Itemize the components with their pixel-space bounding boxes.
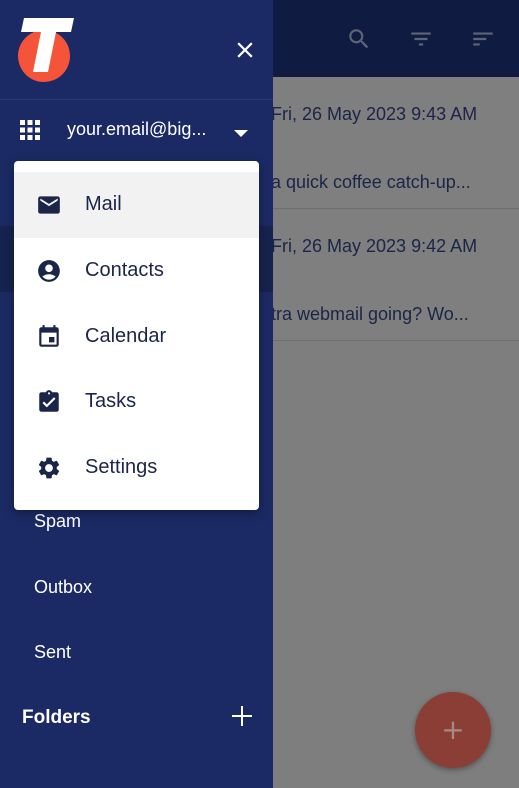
contacts-icon [36,258,62,284]
sort-icon[interactable] [470,26,496,52]
telstra-logo [14,14,76,84]
settings-icon [36,455,62,481]
account-switcher[interactable]: your.email@big... [0,100,273,160]
menu-item-mail[interactable]: Mail [14,172,259,238]
filter-icon[interactable] [408,26,434,52]
apps-grid-icon [20,120,40,140]
menu-item-calendar[interactable]: Calendar [14,304,259,370]
compose-button[interactable]: + [415,692,491,768]
close-icon[interactable] [232,37,258,63]
menu-item-settings[interactable]: Settings [14,435,259,501]
menu-label: Mail [85,193,122,215]
menu-label: Calendar [85,325,167,347]
app-switcher-menu: Mail Contacts Calendar Tasks Settings [14,161,259,510]
calendar-icon [36,324,62,350]
caret-down-icon [234,125,248,137]
search-icon[interactable] [346,26,372,52]
menu-label: Contacts [85,259,164,281]
drawer-item-spam[interactable]: Spam [34,511,81,532]
email-date: Fri, 26 May 2023 9:42 AM [271,236,478,256]
menu-label: Tasks [85,390,137,412]
account-email: your.email@big... [67,119,207,139]
folders-heading: Folders [22,707,91,728]
drawer-item-sent[interactable]: Sent [34,642,71,663]
email-snippet: tra webmail going? Wo... [271,304,469,324]
drawer-item-outbox[interactable]: Outbox [34,577,92,598]
mail-icon [36,192,62,218]
menu-item-tasks[interactable]: Tasks [14,369,259,435]
menu-item-contacts[interactable]: Contacts [14,238,259,304]
plus-icon: + [441,713,465,746]
email-date: Fri, 26 May 2023 9:43 AM [271,104,478,124]
add-folder-icon[interactable] [231,705,253,727]
tasks-icon [36,389,62,415]
email-snippet: a quick coffee catch-up... [271,172,471,192]
menu-label: Settings [85,456,158,478]
